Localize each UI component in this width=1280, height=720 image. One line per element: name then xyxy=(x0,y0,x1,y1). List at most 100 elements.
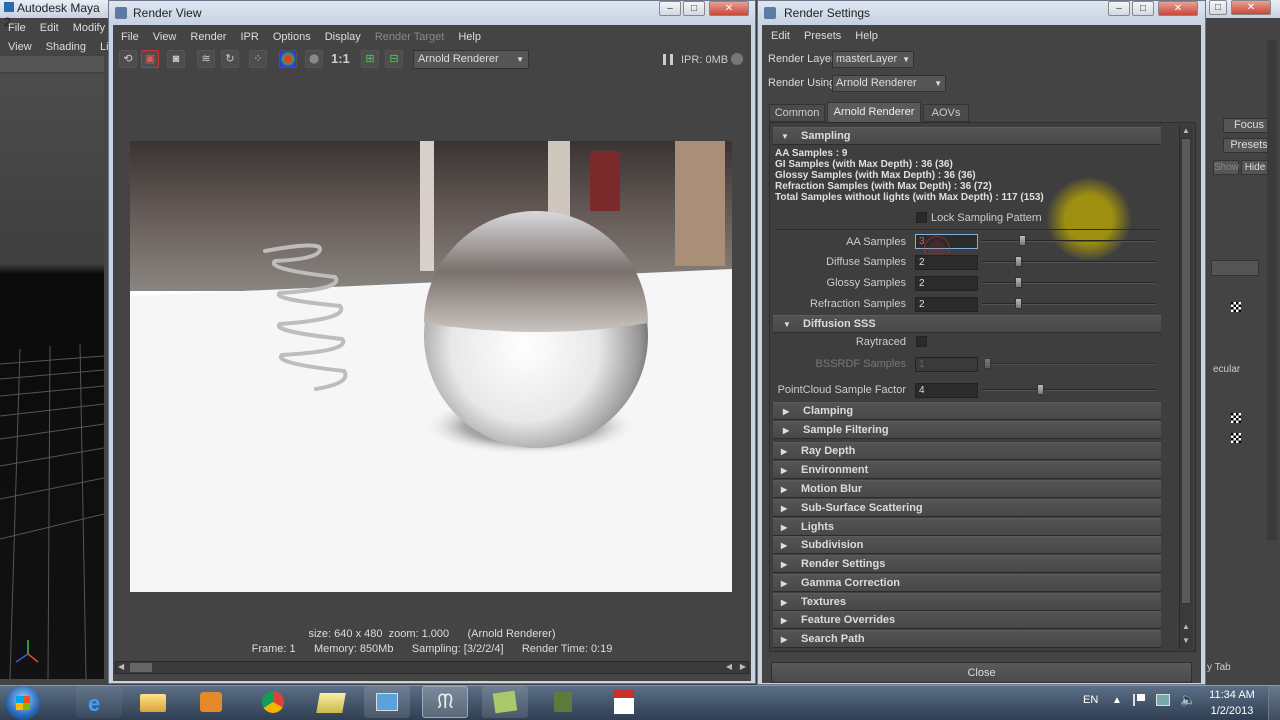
maya-menu-modify[interactable]: Modify xyxy=(73,22,105,34)
section-diffusion-sss[interactable]: ▼ Diffusion SSS xyxy=(773,315,1161,333)
glossy-samples-slider-knob[interactable] xyxy=(1015,277,1022,288)
taskbar-media-player-icon[interactable] xyxy=(188,686,234,718)
ae-field[interactable] xyxy=(1211,260,1259,276)
settings-vscrollbar[interactable]: ▲ ▲ ▼ xyxy=(1179,126,1192,649)
section-sub-surface-scattering[interactable]: ▶ Sub-Surface Scattering xyxy=(773,499,1161,517)
keep-image-icon[interactable]: ⊞ xyxy=(361,50,379,68)
ipr-render-icon[interactable]: ≋ xyxy=(197,50,215,68)
rv-menu-display[interactable]: Display xyxy=(325,31,361,43)
scroll-up-icon[interactable]: ▲ xyxy=(1182,126,1190,135)
rgb-channel-icon[interactable] xyxy=(279,50,297,68)
tray-show-hidden-icon[interactable]: ▲ xyxy=(1112,695,1122,706)
checker-icon[interactable] xyxy=(1231,302,1241,312)
tab-arnold-renderer[interactable]: Arnold Renderer xyxy=(827,102,921,122)
maya-menu-file[interactable]: File xyxy=(8,22,26,34)
section-sampling[interactable]: ▼ Sampling xyxy=(773,127,1161,145)
rv-menu-ipr[interactable]: IPR xyxy=(240,31,258,43)
render-view-close-button[interactable]: ✕ xyxy=(709,1,749,16)
scroll-down-icon[interactable]: ▲ xyxy=(1182,622,1190,631)
scroll-thumb[interactable] xyxy=(1181,138,1191,604)
pause-ipr-icon[interactable] xyxy=(663,54,673,65)
diffuse-samples-slider[interactable] xyxy=(982,261,1156,263)
render-settings-close-action-button[interactable]: Close xyxy=(771,662,1192,683)
rv-menu-file[interactable]: File xyxy=(121,31,139,43)
rs-menu-presets[interactable]: Presets xyxy=(804,30,841,42)
snapshot-icon[interactable]: ◙ xyxy=(167,50,185,68)
language-indicator[interactable]: EN xyxy=(1083,694,1098,706)
maya-menu-shading[interactable]: Shading xyxy=(46,41,86,53)
maya-menu-view[interactable]: View xyxy=(8,41,32,53)
render-view-minimize-button[interactable]: – xyxy=(659,1,681,16)
tab-aovs[interactable]: AOVs xyxy=(923,104,969,122)
refresh-icon[interactable]: ↻ xyxy=(221,50,239,68)
render-settings-minimize-button[interactable]: – xyxy=(1108,1,1130,16)
refraction-samples-slider-knob[interactable] xyxy=(1015,298,1022,309)
renderer-dropdown[interactable]: Arnold Renderer ▼ xyxy=(413,50,529,69)
tab-common[interactable]: Common xyxy=(769,104,825,122)
render-view-hscrollbar[interactable]: ◀ ◀ ▶ xyxy=(115,661,749,674)
pointcloud-slider[interactable] xyxy=(982,389,1156,391)
rv-menu-help[interactable]: Help xyxy=(458,31,481,43)
section-search-path[interactable]: ▶ Search Path xyxy=(773,630,1161,648)
taskbar-folder-icon[interactable] xyxy=(308,686,354,718)
rv-menu-render[interactable]: Render xyxy=(190,31,226,43)
taskbar-explorer-icon[interactable] xyxy=(130,686,176,718)
lock-sampling-checkbox[interactable] xyxy=(916,212,927,223)
scroll-right-end-icon[interactable]: ▶ xyxy=(740,662,746,671)
tab-label[interactable]: y Tab xyxy=(1207,662,1231,673)
section-environment[interactable]: ▶ Environment xyxy=(773,461,1161,479)
scroll-left-icon[interactable]: ◀ xyxy=(118,662,124,671)
bg-maximize-button[interactable]: □ xyxy=(1209,0,1227,15)
taskbar-maya-icon[interactable]: ᙏ xyxy=(422,686,468,718)
section-clamping[interactable]: ▶ Clamping xyxy=(773,402,1161,420)
ae-scrollbar[interactable] xyxy=(1267,40,1277,540)
render-region-icon[interactable]: ▣ xyxy=(141,50,159,68)
section-motion-blur[interactable]: ▶ Motion Blur xyxy=(773,480,1161,498)
render-view-maximize-button[interactable]: □ xyxy=(683,1,705,16)
tray-volume-icon[interactable]: 🔈 xyxy=(1180,692,1196,708)
ratio-label[interactable]: 1:1 xyxy=(331,51,350,66)
alpha-channel-icon[interactable] xyxy=(305,50,323,68)
redo-render-icon[interactable]: ⟲ xyxy=(119,50,137,68)
taskbar-camtasia-icon[interactable] xyxy=(540,686,586,718)
diffuse-samples-field[interactable]: 2 xyxy=(915,255,978,270)
tray-network-icon[interactable] xyxy=(1156,694,1170,706)
maya-menu-edit[interactable]: Edit xyxy=(40,22,59,34)
section-gamma-correction[interactable]: ▶ Gamma Correction xyxy=(773,574,1161,592)
render-settings-maximize-button[interactable]: □ xyxy=(1132,1,1154,16)
glossy-samples-slider[interactable] xyxy=(982,282,1156,284)
clock-date[interactable]: 1/2/2013 xyxy=(1202,705,1262,717)
rs-menu-help[interactable]: Help xyxy=(855,30,878,42)
scroll-right-icon[interactable]: ◀ xyxy=(726,662,732,671)
section-lights[interactable]: ▶ Lights xyxy=(773,518,1161,536)
ipr-region-icon[interactable]: ⁘ xyxy=(249,50,267,68)
show-desktop-button[interactable] xyxy=(1268,686,1280,720)
aa-samples-slider-knob[interactable] xyxy=(1019,235,1026,246)
section-feature-overrides[interactable]: ▶ Feature Overrides xyxy=(773,611,1161,629)
section-sample-filtering[interactable]: ▶ Sample Filtering xyxy=(773,421,1161,439)
pointcloud-slider-knob[interactable] xyxy=(1037,384,1044,395)
taskbar-notes-icon[interactable] xyxy=(482,686,528,718)
scroll-down-end-icon[interactable]: ▼ xyxy=(1182,636,1190,645)
render-settings-close-button[interactable]: ✕ xyxy=(1158,1,1198,16)
hide-button[interactable]: Hide xyxy=(1241,160,1269,175)
checker-icon-3[interactable] xyxy=(1231,433,1241,443)
clock-time[interactable]: 11:34 AM xyxy=(1202,689,1262,701)
section-textures[interactable]: ▶ Textures xyxy=(773,593,1161,611)
raytraced-checkbox[interactable] xyxy=(916,336,927,347)
taskbar-remote-desktop-icon[interactable] xyxy=(364,686,410,718)
taskbar-pdf-icon[interactable] xyxy=(600,686,646,718)
section-render-settings[interactable]: ▶ Render Settings xyxy=(773,555,1161,573)
pointcloud-field[interactable]: 4 xyxy=(915,383,978,398)
section-ray-depth[interactable]: ▶ Ray Depth xyxy=(773,442,1161,460)
scroll-thumb[interactable] xyxy=(130,663,152,672)
section-subdivision[interactable]: ▶ Subdivision xyxy=(773,536,1161,554)
tray-flag-icon[interactable] xyxy=(1133,694,1145,706)
render-using-dropdown[interactable]: Arnold Renderer ▼ xyxy=(832,75,946,92)
bg-close-button[interactable]: ✕ xyxy=(1231,0,1271,15)
rv-menu-options[interactable]: Options xyxy=(273,31,311,43)
aa-samples-slider[interactable] xyxy=(982,240,1156,242)
glossy-samples-field[interactable]: 2 xyxy=(915,276,978,291)
start-button[interactable] xyxy=(6,686,40,720)
rs-menu-edit[interactable]: Edit xyxy=(771,30,790,42)
